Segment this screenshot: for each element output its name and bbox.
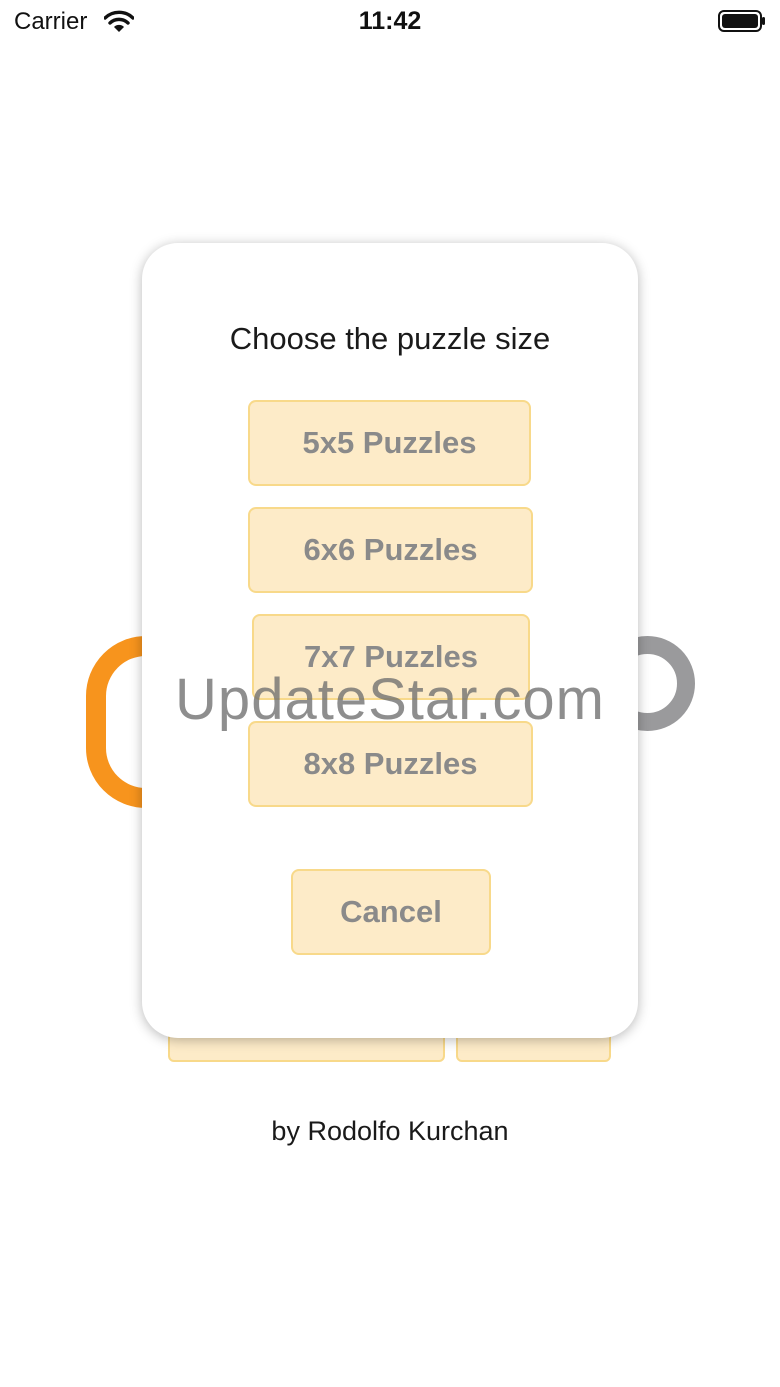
- watermark-text: UpdateStar.com: [175, 667, 605, 732]
- size-8x8-button[interactable]: 8x8 Puzzles: [248, 721, 533, 807]
- status-bar: Carrier 11:42: [0, 0, 780, 44]
- size-6x6-button[interactable]: 6x6 Puzzles: [248, 507, 533, 593]
- author-byline: by Rodolfo Kurchan: [271, 1116, 509, 1146]
- cancel-button[interactable]: Cancel: [291, 869, 491, 955]
- status-time: 11:42: [358, 7, 422, 35]
- puzzle-size-dialog: Choose the puzzle size 5x5 Puzzles 6x6 P…: [142, 243, 638, 1038]
- battery-full-icon: [718, 10, 766, 32]
- dialog-title: Choose the puzzle size: [229, 321, 551, 356]
- size-5x5-button[interactable]: 5x5 Puzzles: [248, 400, 531, 486]
